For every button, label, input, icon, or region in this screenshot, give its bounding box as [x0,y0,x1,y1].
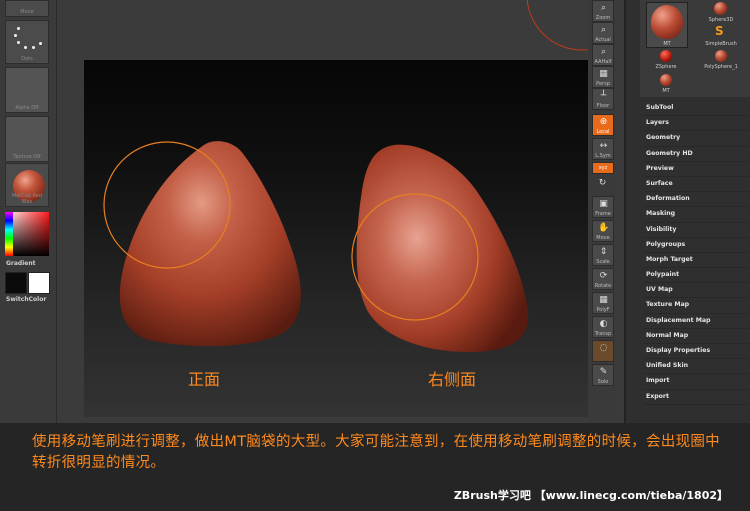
mt-icon [660,74,672,86]
menu-item-deformation[interactable]: Deformation [644,192,750,208]
zbrush-window: Move Dots Alpha Off Texture Off MatCap R… [0,0,750,423]
dots-stroke-icon [14,27,42,53]
current-tool-preview [651,5,683,39]
gradient-label[interactable]: Gradient [6,260,36,267]
tool-thumbnails: MT Sphere3D S SimpleBrush ZSphere PolySp… [640,0,750,97]
menu-item-polypaint[interactable]: Polypaint [644,268,750,284]
transp-button[interactable]: ◐ Transp [592,316,614,338]
actual-size-icon: ⌕ [600,25,607,35]
alpha-label: Alpha Off [15,105,39,111]
switch-color-button[interactable]: SwitchColor [6,296,46,303]
solo-icon: ✎ [599,367,608,377]
simplebrush-tool[interactable]: S SimpleBrush [696,24,746,48]
menu-item-surface[interactable]: Surface [644,177,750,193]
rotate-view-button[interactable]: ⟳ Rotate [592,268,614,290]
solo-button[interactable]: ✎ Solo [592,364,614,386]
scale-view-button[interactable]: ⇕ Scale [592,244,614,266]
perspective-icon: ▦ [599,69,608,79]
tutorial-caption: 使用移动笔刷进行调整，做出MT脑袋的大型。大家可能注意到，在使用移动笔刷调整的时… [0,423,750,511]
side-head-shape[interactable] [356,144,529,352]
hand-icon: ✋ [598,223,610,233]
menu-item-uv-map[interactable]: UV Map [644,283,750,299]
xyz-button[interactable]: xyz [592,162,614,174]
side-view-label: 右侧面 [428,370,477,389]
mt-tool[interactable]: MT [646,74,686,96]
zsphere-icon [660,50,672,62]
menu-item-preview[interactable]: Preview [644,162,750,177]
ghost-icon: ◌ [599,343,608,353]
site-credit: ZBrush学习吧 【www.linecg.com/tieba/1802】 [453,489,728,502]
rotate-mode-icons[interactable]: ↻ [592,176,614,194]
aahalf-icon: ⌕ [600,47,607,57]
hue-strip[interactable] [5,212,13,256]
polysphere-icon [715,50,727,62]
texture-thumb[interactable]: Texture Off [5,116,49,162]
transparency-icon: ◐ [599,319,608,329]
menu-item-masking[interactable]: Masking [644,207,750,223]
rotate-mode-icon: ↻ [598,178,607,188]
polysphere-tool[interactable]: PolySphere_1 [696,50,746,72]
tool-palette: MT Sphere3D S SimpleBrush ZSphere PolySp… [624,0,750,423]
caption-text: 使用移动笔刷进行调整，做出MT脑袋的大型。大家可能注意到，在使用移动笔刷调整的时… [32,434,720,471]
menu-item-geometry[interactable]: Geometry [644,131,750,147]
aahalf-button[interactable]: ⌕ AAHalf [592,44,614,66]
floor-button[interactable]: ┴ Floor [592,88,614,110]
persp-button[interactable]: ▦ Persp [592,66,614,88]
menu-item-layers[interactable]: Layers [644,116,750,132]
secondary-color-swatch[interactable] [28,272,50,294]
actual-button[interactable]: ⌕ Actual [592,22,614,44]
viewport-canvas[interactable]: 正面 右侧面 [84,60,588,417]
right-shelf: ⌕ Zoom ⌕ Actual ⌕ AAHalf ▦ Persp ┴ Floor ⊛ Loc… [588,0,618,423]
off-canvas-brush-ring [526,0,590,51]
left-shelf: Move Dots Alpha Off Texture Off MatCap R… [0,0,57,423]
zsphere-tool[interactable]: ZSphere [646,50,686,72]
move-brush-thumb[interactable]: Move [5,0,49,17]
polyf-button[interactable]: ▦ PolyF [592,292,614,314]
menu-item-import[interactable]: Import [644,374,750,390]
zoom-button[interactable]: ⌕ Zoom [592,0,614,22]
move-brush-label: Move [20,9,34,15]
menu-item-unified-skin[interactable]: Unified Skin [644,359,750,375]
texture-label: Texture Off [13,154,41,160]
menu-item-subtool[interactable]: SubTool [644,101,750,117]
front-head-shape[interactable] [119,141,301,347]
matcap-thumb[interactable]: MatCap Red Wax [5,163,49,207]
zoom-icon: ⌕ [600,3,607,13]
floor-icon: ┴ [600,91,607,101]
local-icon: ⊛ [599,117,608,127]
menu-item-visibility[interactable]: Visibility [644,223,750,238]
stroke-label: Dots [21,56,33,62]
scale-icon: ⇕ [599,247,608,257]
ghost-button[interactable]: ◌ [592,340,614,362]
rotate-icon: ⟳ [599,271,608,281]
simplebrush-icon: S [715,24,724,38]
alpha-thumb[interactable]: Alpha Off [5,67,49,113]
lsym-button[interactable]: ↔ L.Sym [592,138,614,160]
stroke-dots-thumb[interactable]: Dots [5,20,49,64]
tool-submenu-list: SubTool Layers Geometry Geometry HD Preview S… [644,101,750,405]
current-tool-thumb[interactable]: MT [646,2,688,48]
menu-item-geometry-hd[interactable]: Geometry HD [644,147,750,162]
front-view-label: 正面 [188,370,221,389]
menu-item-normal-map[interactable]: Normal Map [644,329,750,344]
menu-item-display-properties[interactable]: Display Properties [644,344,750,360]
menu-item-displacement-map[interactable]: Displacement Map [644,314,750,329]
sphere3d-tool[interactable]: Sphere3D [696,2,746,24]
frame-icon: ▣ [599,199,608,209]
local-button[interactable]: ⊛ Local [592,114,614,136]
frame-button[interactable]: ▣ Frame [592,196,614,218]
matcap-label: MatCap Red Wax [11,193,43,205]
menu-item-polygroups[interactable]: Polygroups [644,238,750,253]
model-views [103,141,529,352]
primary-color-swatch[interactable] [5,272,27,294]
menu-item-export[interactable]: Export [644,390,750,405]
polyframe-icon: ▦ [599,295,608,305]
menu-item-texture-map[interactable]: Texture Map [644,298,750,314]
menu-item-morph-target[interactable]: Morph Target [644,253,750,269]
current-tool-label: MT [663,41,671,47]
sphere3d-icon [714,2,727,15]
move-view-button[interactable]: ✋ Move [592,220,614,242]
lsym-icon: ↔ [599,141,608,151]
